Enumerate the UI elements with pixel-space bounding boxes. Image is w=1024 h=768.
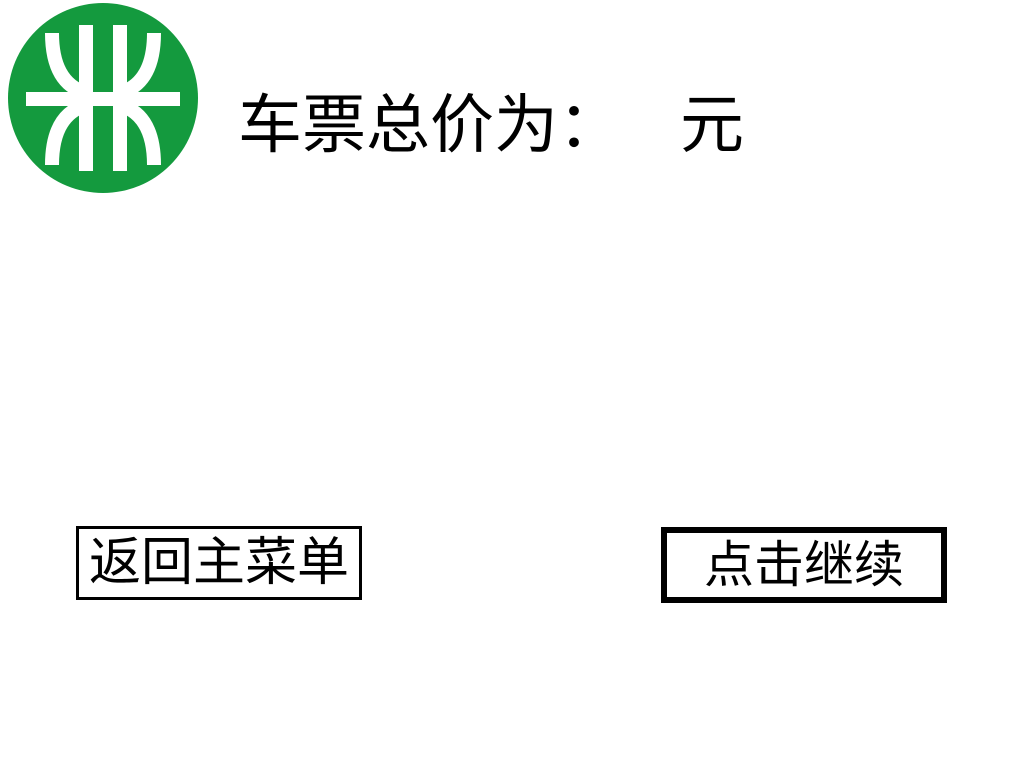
continue-button[interactable]: 点击继续 (661, 527, 947, 603)
ticket-price-screen: 车票总价为： 元 返回主菜单 点击继续 (0, 0, 1024, 768)
fare-unit: 元 (680, 89, 744, 163)
fare-display: 车票总价为： 元 (238, 86, 744, 166)
back-to-main-menu-button[interactable]: 返回主菜单 (76, 526, 362, 600)
fare-label: 车票总价为： (238, 89, 622, 163)
metro-logo-icon (8, 3, 198, 193)
